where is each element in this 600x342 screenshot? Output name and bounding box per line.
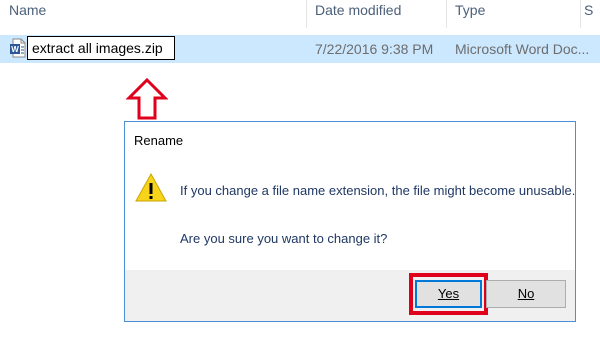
- column-header-name[interactable]: Name: [9, 2, 46, 18]
- yes-button[interactable]: Yes: [415, 280, 482, 308]
- svg-text:W: W: [11, 45, 19, 54]
- column-header-date-modified[interactable]: Date modified: [315, 2, 401, 18]
- column-divider[interactable]: [446, 0, 447, 28]
- rename-input[interactable]: extract all images.zip: [27, 36, 175, 60]
- column-header-size[interactable]: S: [584, 2, 593, 18]
- file-date-modified: 7/22/2016 9:38 PM: [315, 41, 434, 57]
- column-divider[interactable]: [580, 0, 581, 28]
- dialog-question: Are you sure you want to change it?: [180, 231, 388, 246]
- dialog-message: If you change a file name extension, the…: [180, 183, 576, 198]
- no-button[interactable]: No: [486, 280, 566, 308]
- rename-dialog: Rename If you change a file name extensi…: [124, 121, 576, 322]
- dialog-title: Rename: [134, 133, 184, 148]
- column-header-type[interactable]: Type: [455, 2, 485, 18]
- warning-icon: [135, 172, 167, 202]
- annotation-arrow-up: [126, 77, 168, 120]
- dialog-content-area: Rename If you change a file name extensi…: [125, 122, 575, 270]
- column-divider[interactable]: [306, 0, 307, 28]
- column-header-row: Name Date modified Type S: [0, 0, 600, 28]
- word-document-icon: W: [10, 38, 26, 58]
- file-row-selected[interactable]: W extract all images.zip 7/22/2016 9:38 …: [0, 35, 600, 63]
- file-type: Microsoft Word Doc...: [455, 41, 590, 57]
